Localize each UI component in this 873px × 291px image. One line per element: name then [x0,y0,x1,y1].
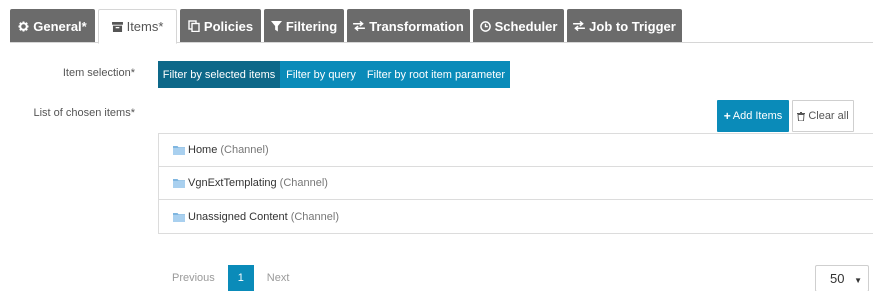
tab-filtering[interactable]: Filtering [264,9,344,43]
tab-bar: General* Items* Policies Filtering Trans… [10,9,685,44]
item-name: Unassigned Content [188,210,288,223]
tab-scheduler[interactable]: Scheduler [473,9,564,43]
copy-icon [188,20,200,32]
gear-icon [18,20,29,32]
tab-general[interactable]: General* [10,9,95,43]
list-item[interactable]: Unassigned Content (Channel) [159,200,873,233]
add-items-label: Add Items [732,110,783,122]
item-name: VgnExtTemplating [188,177,277,189]
filter-root-item-parameter-button[interactable]: Filter by root item parameter [362,61,510,88]
folder-icon [173,178,185,188]
clear-all-button[interactable]: Clear all [792,100,854,132]
tab-label: Transformation [369,18,464,34]
tab-label: Policies [203,18,254,34]
item-type: (Channel) [220,144,269,156]
next-page-button[interactable]: Next [267,272,290,284]
list-item[interactable]: VgnExtTemplating (Channel) [159,167,873,200]
item-selection-label: Item selection* [62,67,135,79]
tab-label: Filtering [285,18,338,34]
plus-icon: + [723,109,731,123]
item-type: (Channel) [279,177,328,189]
caret-down-icon: ▼ [854,276,862,285]
chosen-items-label: List of chosen items* [33,107,136,119]
item-selection-toggle: Filter by selected items Filter by query… [158,61,510,88]
tab-label: Job to Trigger [589,18,676,34]
exchange-icon [353,21,366,31]
add-items-button[interactable]: + Add Items [717,100,789,132]
chosen-items-list: Home (Channel) VgnExtTemplating (Channel… [158,133,873,234]
page-1-button[interactable]: 1 [227,265,254,291]
tab-policies[interactable]: Policies [180,9,261,43]
folder-icon [173,145,185,155]
page-size-value: 50 [830,271,845,286]
filter-by-query-button[interactable]: Filter by query [280,61,362,88]
clock-icon [479,20,491,32]
tab-label: General* [33,18,87,34]
pagination: Previous 1 Next [172,265,289,291]
item-name: Home [188,144,218,156]
filter-icon [270,20,282,32]
tab-items[interactable]: Items* [98,9,177,44]
list-item[interactable]: Home (Channel) [159,134,873,167]
item-type: (Channel) [290,210,339,223]
filter-selected-items-button[interactable]: Filter by selected items [158,61,280,88]
tab-transformation[interactable]: Transformation [347,9,470,43]
exchange-icon [573,21,586,31]
folder-icon [173,212,185,222]
tab-label: Items* [126,19,164,34]
tab-job-to-trigger[interactable]: Job to Trigger [567,9,682,43]
previous-page-button[interactable]: Previous [172,272,215,284]
page-size-select[interactable]: 50 ▼ [815,265,869,291]
clear-all-label: Clear all [808,110,849,122]
trash-icon [797,111,806,121]
archive-icon [111,21,123,32]
tab-label: Scheduler [494,18,558,34]
